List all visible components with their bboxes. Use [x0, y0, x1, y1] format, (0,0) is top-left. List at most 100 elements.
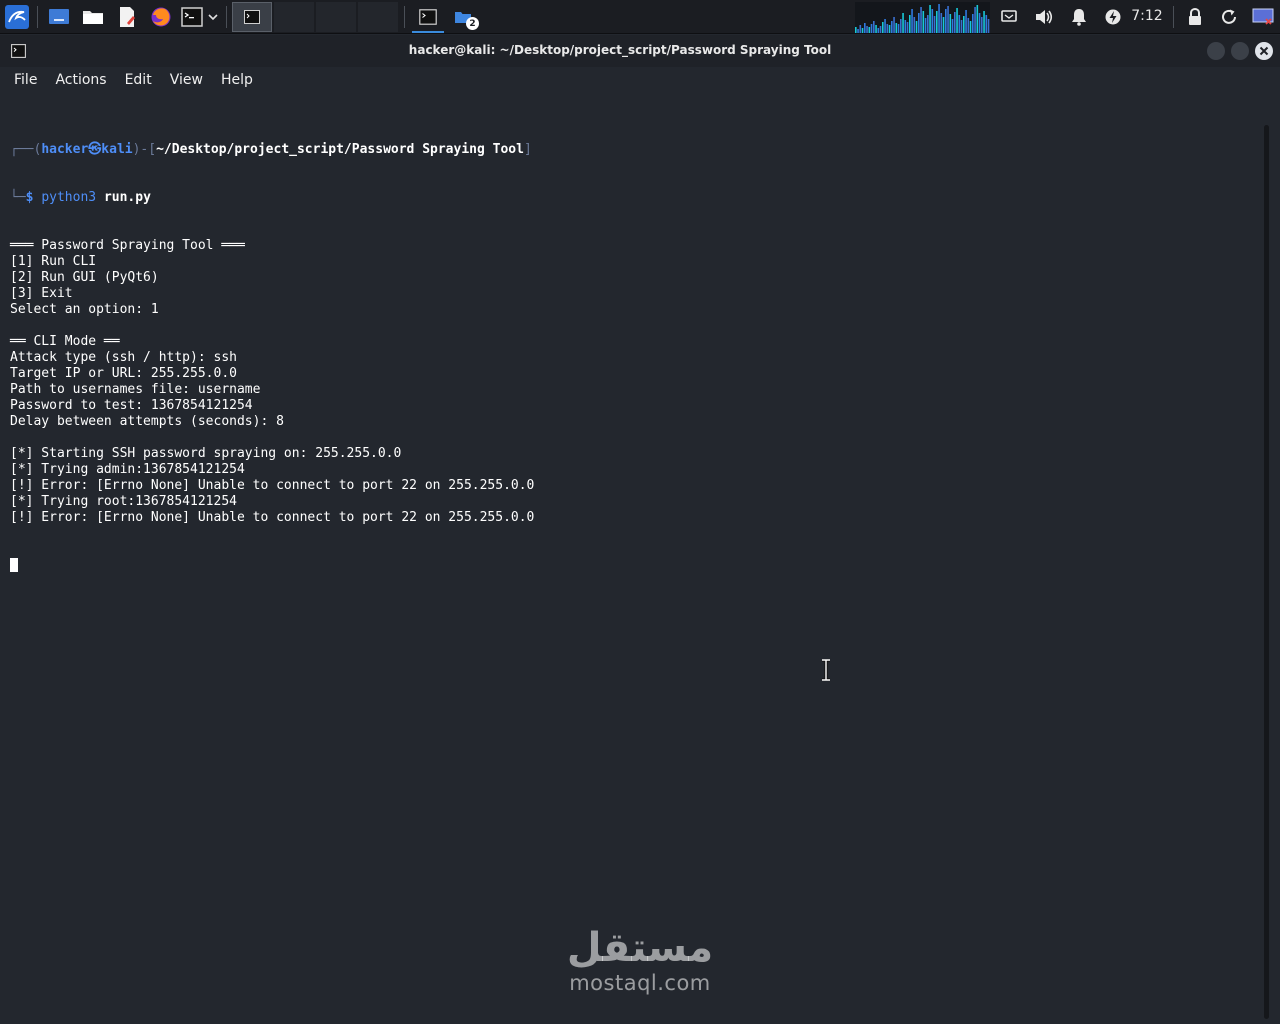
prompt-line-2: └─$ python3 run.py	[10, 190, 151, 205]
cpu-graph-bar	[906, 22, 909, 33]
cpu-graph-bar	[981, 17, 983, 33]
cpu-graph-bar	[927, 15, 929, 33]
cpu-graph-bar	[929, 5, 931, 33]
terminal-window: hacker@kali: ~/Desktop/project_script/Pa…	[0, 35, 1280, 1024]
menu-view[interactable]: View	[161, 72, 212, 88]
output-line: [3] Exit	[10, 286, 73, 301]
maximize-button[interactable]	[1231, 42, 1249, 60]
cpu-graph-bar	[958, 15, 961, 33]
terminal-window-thumbnail-icon	[244, 10, 260, 24]
close-icon	[1259, 46, 1269, 56]
kali-menu-button[interactable]	[3, 2, 31, 32]
cpu-graph-bar	[855, 27, 857, 33]
cpu-graph-bar	[987, 19, 990, 33]
cpu-graph-bar	[920, 7, 922, 33]
minimize-button[interactable]	[1207, 42, 1225, 60]
lock-icon	[1189, 8, 1201, 25]
cpu-graph-bar	[859, 25, 862, 33]
output-line: Delay between attempts (seconds): 8	[10, 414, 284, 429]
logout-button[interactable]	[1250, 2, 1276, 32]
cpu-graph-bar	[969, 21, 972, 33]
output-line: Path to usernames file: username	[10, 382, 261, 397]
terminal-icon	[181, 7, 203, 27]
workspace-2-button[interactable]	[274, 2, 314, 32]
prompt-at-symbol: ㉿	[88, 142, 102, 157]
output-line: [!] Error: [Errno None] Unable to connec…	[10, 478, 535, 493]
workspace-4-button[interactable]	[358, 2, 398, 32]
terminal-launcher[interactable]	[178, 2, 206, 32]
firefox-launcher[interactable]	[147, 2, 175, 32]
power-manager-tray-button[interactable]	[1100, 2, 1126, 32]
cpu-graph-bar	[933, 16, 936, 33]
menu-file[interactable]: File	[5, 72, 46, 88]
session-refresh-button[interactable]	[1216, 2, 1242, 32]
menu-edit[interactable]: Edit	[116, 72, 161, 88]
output-line: [2] Run GUI (PyQt6)	[10, 270, 159, 285]
prompt-line-1: ┌──(hacker㉿kali)-[~/Desktop/project_scri…	[10, 142, 532, 157]
output-line: ══ CLI Mode ══	[10, 334, 120, 349]
lock-screen-button[interactable]	[1182, 2, 1208, 32]
cpu-graph-bar	[965, 10, 967, 33]
task-file-manager-group[interactable]: 2	[443, 2, 483, 32]
cpu-graph-bar	[879, 26, 882, 33]
refresh-icon	[1222, 9, 1236, 24]
cpu-graph-bar	[947, 6, 949, 33]
cpu-graph-bar	[868, 27, 871, 33]
menu-actions[interactable]: Actions	[46, 72, 115, 88]
cpu-graph-bar	[857, 29, 859, 33]
cpu-graph-bar	[875, 25, 877, 33]
output-line: Target IP or URL: 255.255.0.0	[10, 366, 237, 381]
window-titlebar[interactable]: hacker@kali: ~/Desktop/project_script/Pa…	[0, 35, 1280, 67]
panel-separator	[404, 6, 405, 28]
cpu-graph-bar	[866, 26, 868, 33]
notifications-tray-button[interactable]	[1066, 2, 1092, 32]
cpu-graph-bar	[877, 28, 880, 33]
volume-icon	[1036, 10, 1053, 24]
output-line: [*] Starting SSH password spraying on: 2…	[10, 446, 402, 461]
text-editor-launcher[interactable]	[113, 2, 141, 32]
cpu-graph-bar	[900, 19, 902, 33]
network-tray-button[interactable]	[996, 2, 1022, 32]
volume-tray-button[interactable]	[1031, 2, 1057, 32]
kali-dragon-icon	[5, 5, 29, 29]
cursor-line	[10, 558, 1262, 574]
prompt-user: hacker	[41, 142, 89, 157]
terminal-output[interactable]: ┌──(hacker㉿kali)-[~/Desktop/project_scri…	[0, 110, 1262, 1020]
panel-separator	[37, 6, 38, 28]
workspace-1-button[interactable]	[232, 2, 272, 32]
cpu-graph-bar	[967, 18, 970, 33]
cpu-graph-bar	[891, 21, 893, 33]
cpu-graph-bar	[922, 11, 925, 33]
ibeam-cursor-icon	[822, 659, 830, 681]
watermark-url: mostaql.com	[569, 971, 711, 995]
show-desktop-button[interactable]	[45, 2, 73, 32]
text-cursor	[10, 558, 18, 572]
cpu-graph-bar	[949, 14, 952, 33]
close-button[interactable]	[1255, 42, 1273, 60]
cpu-graph-bar	[978, 13, 981, 33]
cpu-usage-graph[interactable]	[855, 2, 990, 33]
terminal-scrollbar[interactable]	[1264, 125, 1269, 1019]
terminal-launcher-dropdown[interactable]	[205, 2, 221, 32]
file-manager-launcher[interactable]	[79, 2, 107, 32]
workspace-3-button[interactable]	[316, 2, 356, 32]
cpu-graph-bar	[884, 19, 886, 33]
command-name: python3	[41, 190, 97, 205]
cpu-graph-bar	[974, 7, 976, 33]
cpu-graph-bar	[911, 9, 913, 33]
task-terminal-window[interactable]	[408, 2, 448, 33]
output-line: [*] Trying root:1367854121254	[10, 494, 237, 509]
cpu-graph-bar	[936, 11, 938, 33]
bell-icon	[1072, 9, 1086, 26]
panel-clock[interactable]: 7:12	[1127, 8, 1167, 24]
cpu-graph-bar	[882, 22, 884, 33]
menu-help[interactable]: Help	[212, 72, 262, 88]
top-panel: 2 7:12	[0, 0, 1280, 34]
menu-bar: File Actions Edit View Help	[0, 67, 1280, 93]
cpu-graph-bar	[861, 28, 864, 33]
cpu-graph-bar	[893, 17, 895, 33]
cpu-graph-bar	[918, 13, 920, 33]
cpu-graph-bar	[983, 11, 985, 33]
prompt-path: ~/Desktop/project_script/Password Sprayi…	[156, 142, 524, 157]
